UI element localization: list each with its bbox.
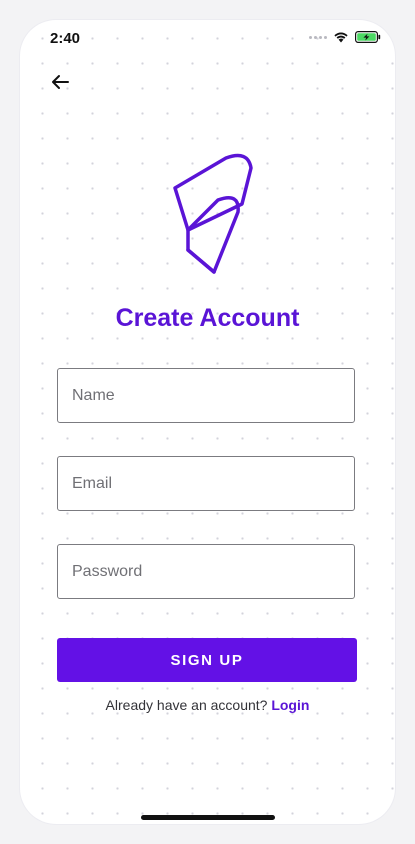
- email-field[interactable]: [57, 456, 355, 511]
- arrow-left-icon: [52, 75, 69, 89]
- status-time: 2:40: [50, 30, 81, 47]
- sign-up-button[interactable]: SIGN UP: [57, 638, 357, 682]
- name-input[interactable]: [58, 369, 354, 422]
- login-link[interactable]: Login: [271, 697, 309, 713]
- login-prompt-text: Already have an account?: [105, 697, 268, 713]
- password-field[interactable]: [57, 544, 355, 599]
- name-field[interactable]: [57, 368, 355, 423]
- phone-screen: 2:40 Create Account Name Email SIGN UP A…: [20, 20, 395, 824]
- password-input[interactable]: [58, 545, 354, 598]
- signal-dots-icon: [309, 35, 327, 39]
- wifi-icon: [334, 32, 348, 43]
- status-bar: 2:40: [20, 20, 395, 60]
- email-input[interactable]: [58, 457, 354, 510]
- status-icons: [309, 31, 381, 43]
- home-indicator: [141, 815, 275, 820]
- page-title: Create Account: [115, 304, 300, 332]
- battery-charging-icon: [355, 31, 381, 43]
- brand-logo-icon: [173, 153, 253, 274]
- login-prompt-row: Already have an account? Login: [20, 697, 395, 713]
- back-button[interactable]: [46, 70, 74, 94]
